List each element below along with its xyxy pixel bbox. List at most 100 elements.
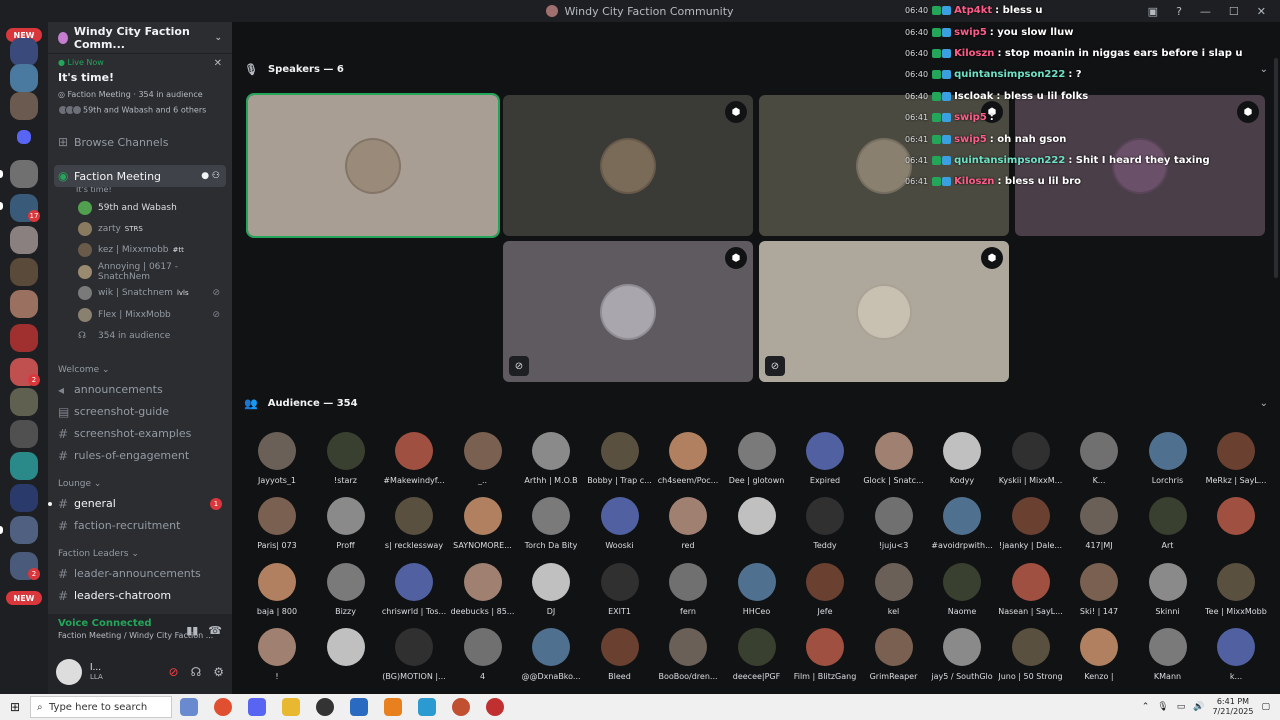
discord-icon[interactable] xyxy=(248,698,266,716)
server-icon[interactable] xyxy=(10,484,38,512)
audience-member[interactable]: Film | BlitzGang xyxy=(791,628,859,681)
channel-leader-announcements[interactable]: # leader-announcements xyxy=(48,563,232,585)
speaker-tile[interactable] xyxy=(246,93,500,238)
server-icon[interactable] xyxy=(10,290,38,318)
speaker-tile[interactable]: ⬢ ⊘ xyxy=(503,241,753,382)
clock[interactable]: 6:41 PM 7/21/2025 xyxy=(1212,697,1253,717)
speaker-tile[interactable]: ⬢ ⊘ xyxy=(759,241,1009,382)
audience-member[interactable]: Nasean | SayL... xyxy=(997,562,1065,616)
disconnect-icon[interactable]: ☎ xyxy=(208,624,222,637)
audience-member[interactable]: Glock | Snatc... xyxy=(860,432,928,485)
app-icon[interactable] xyxy=(316,698,334,716)
audience-member[interactable]: Bizzy xyxy=(312,562,380,616)
audience-member[interactable]: !jaanky | Dale... xyxy=(997,497,1065,550)
taskbar-search[interactable]: ⌕ Type here to search xyxy=(30,696,172,718)
signal-icon[interactable]: ▮▮ xyxy=(186,624,198,637)
audience-member[interactable]: Wooski xyxy=(586,497,654,550)
app-icon[interactable] xyxy=(384,698,402,716)
channel-rules-of-engagement[interactable]: # rules-of-engagement xyxy=(48,445,232,467)
audience-member[interactable]: baja | 800 xyxy=(243,562,311,616)
live-stage-card[interactable]: ● Live Now It's time! ◎ Faction Meeting … xyxy=(48,54,232,123)
audience-member[interactable]: Tee | MixxMobb xyxy=(1202,562,1270,616)
server-icon[interactable] xyxy=(10,38,38,66)
muted-mic-icon[interactable]: ⊘ xyxy=(169,665,179,679)
server-icon[interactable] xyxy=(10,420,38,448)
audience-member[interactable]: ! xyxy=(243,628,311,681)
app-icon[interactable] xyxy=(452,698,470,716)
audience-member[interactable]: HHCeo xyxy=(723,562,791,616)
audience-member[interactable] xyxy=(1202,497,1270,541)
audience-member[interactable]: Kenzo | xyxy=(1065,628,1133,681)
category-faction-leaders[interactable]: Faction Leaders ⌄ xyxy=(48,545,232,563)
audience-member[interactable]: Art xyxy=(1134,497,1202,550)
server-icon[interactable] xyxy=(10,92,38,120)
app-icon[interactable] xyxy=(486,698,504,716)
stage-member[interactable]: zarty STRS xyxy=(48,218,232,239)
audience-member[interactable]: @@DxnaBko... xyxy=(517,628,585,681)
audience-member[interactable]: Jayyots_1 xyxy=(243,432,311,485)
audience-member[interactable]: Juno | 50 Strong xyxy=(997,628,1065,681)
server-icon[interactable] xyxy=(10,388,38,416)
audience-member[interactable]: red xyxy=(654,497,722,550)
server-icon[interactable] xyxy=(10,226,38,254)
audience-member[interactable]: fern xyxy=(654,562,722,616)
audience-member[interactable]: k... xyxy=(1202,628,1270,681)
audience-member[interactable]: Bobby | Trap c... xyxy=(586,432,654,485)
audience-count[interactable]: ☊ 354 in audience xyxy=(48,325,232,346)
audience-member[interactable] xyxy=(723,497,791,541)
network-icon[interactable]: ▭ xyxy=(1177,702,1186,712)
chat-icon[interactable]: ● ⚇ xyxy=(201,171,220,181)
audience-member[interactable]: Dee | glotown xyxy=(723,432,791,485)
audience-member[interactable]: Lorchris xyxy=(1134,432,1202,485)
audience-member[interactable]: KMann xyxy=(1134,628,1202,681)
server-header[interactable]: Windy City Faction Comm... ⌄ xyxy=(48,22,232,54)
audience-member[interactable]: Paris| 073 xyxy=(243,497,311,550)
server-icon[interactable] xyxy=(10,452,38,480)
audience-member[interactable]: GrimReaper xyxy=(860,628,928,681)
audience-member[interactable]: kel xyxy=(860,562,928,616)
audience-member[interactable]: DJ xyxy=(517,562,585,616)
channel-screenshot-examples[interactable]: # screenshot-examples xyxy=(48,423,232,445)
widgets-icon[interactable] xyxy=(180,698,198,716)
avatar[interactable] xyxy=(56,659,82,685)
channel-leaders-chatroom[interactable]: # leaders-chatroom xyxy=(48,585,232,607)
audience-member[interactable]: Bleed xyxy=(586,628,654,681)
volume-icon[interactable]: 🔊 xyxy=(1193,702,1204,712)
audience-member[interactable]: MeRkz | SayL... xyxy=(1202,432,1270,485)
audience-member[interactable]: !starz xyxy=(312,432,380,485)
audience-member[interactable]: (BG)MOTION |... xyxy=(380,628,448,681)
audience-member[interactable]: Ski! | 147 xyxy=(1065,562,1133,616)
audience-member[interactable]: deebucks | 85... xyxy=(449,562,517,616)
audience-member[interactable]: Teddy xyxy=(791,497,859,550)
audience-member[interactable]: #Makewindyf... xyxy=(380,432,448,485)
stage-member[interactable]: wik | Snatchnem lvls ⊘ xyxy=(48,283,232,304)
notification-icon[interactable]: ▢ xyxy=(1261,702,1270,712)
audience-member[interactable] xyxy=(312,628,380,672)
windows-start-icon[interactable]: ⊞ xyxy=(0,700,30,714)
stage-member[interactable]: Annoying | 0617 - SnatchNem xyxy=(48,261,232,282)
server-icon[interactable] xyxy=(10,160,38,188)
audience-member[interactable]: BooBoo/dren... xyxy=(654,628,722,681)
stage-member[interactable]: Flex | MixxMobb ⊘ xyxy=(48,304,232,325)
gear-icon[interactable]: ⚙ xyxy=(213,665,224,679)
audience-member[interactable]: Arthh | M.O.B xyxy=(517,432,585,485)
audience-member[interactable]: !juju<3 xyxy=(860,497,928,550)
channel-general[interactable]: # general 1 xyxy=(48,493,232,515)
category-lounge[interactable]: Lounge ⌄ xyxy=(48,475,232,493)
server-icon[interactable] xyxy=(10,258,38,286)
server-icon[interactable] xyxy=(10,516,38,544)
file-explorer-icon[interactable] xyxy=(282,698,300,716)
audience-member[interactable]: ch4seem/Poc... xyxy=(654,432,722,485)
chevron-up-icon[interactable]: ⌃ xyxy=(1142,702,1150,712)
audience-member[interactable]: EXIT1 xyxy=(586,562,654,616)
browse-channels[interactable]: ⊞ Browse Channels xyxy=(48,131,232,153)
audience-member[interactable]: 4 xyxy=(449,628,517,681)
store-icon[interactable] xyxy=(350,698,368,716)
audience-member[interactable]: Kyskii | MixxM... xyxy=(997,432,1065,485)
folder-icon[interactable] xyxy=(17,130,31,144)
stage-member[interactable]: 59th and Wabash xyxy=(48,197,232,218)
audience-member[interactable]: Proff xyxy=(312,497,380,550)
audience-member[interactable]: s| recklessway xyxy=(380,497,448,550)
channel-announcements[interactable]: ◂ announcements xyxy=(48,379,232,401)
audience-member[interactable]: _.. xyxy=(449,432,517,485)
